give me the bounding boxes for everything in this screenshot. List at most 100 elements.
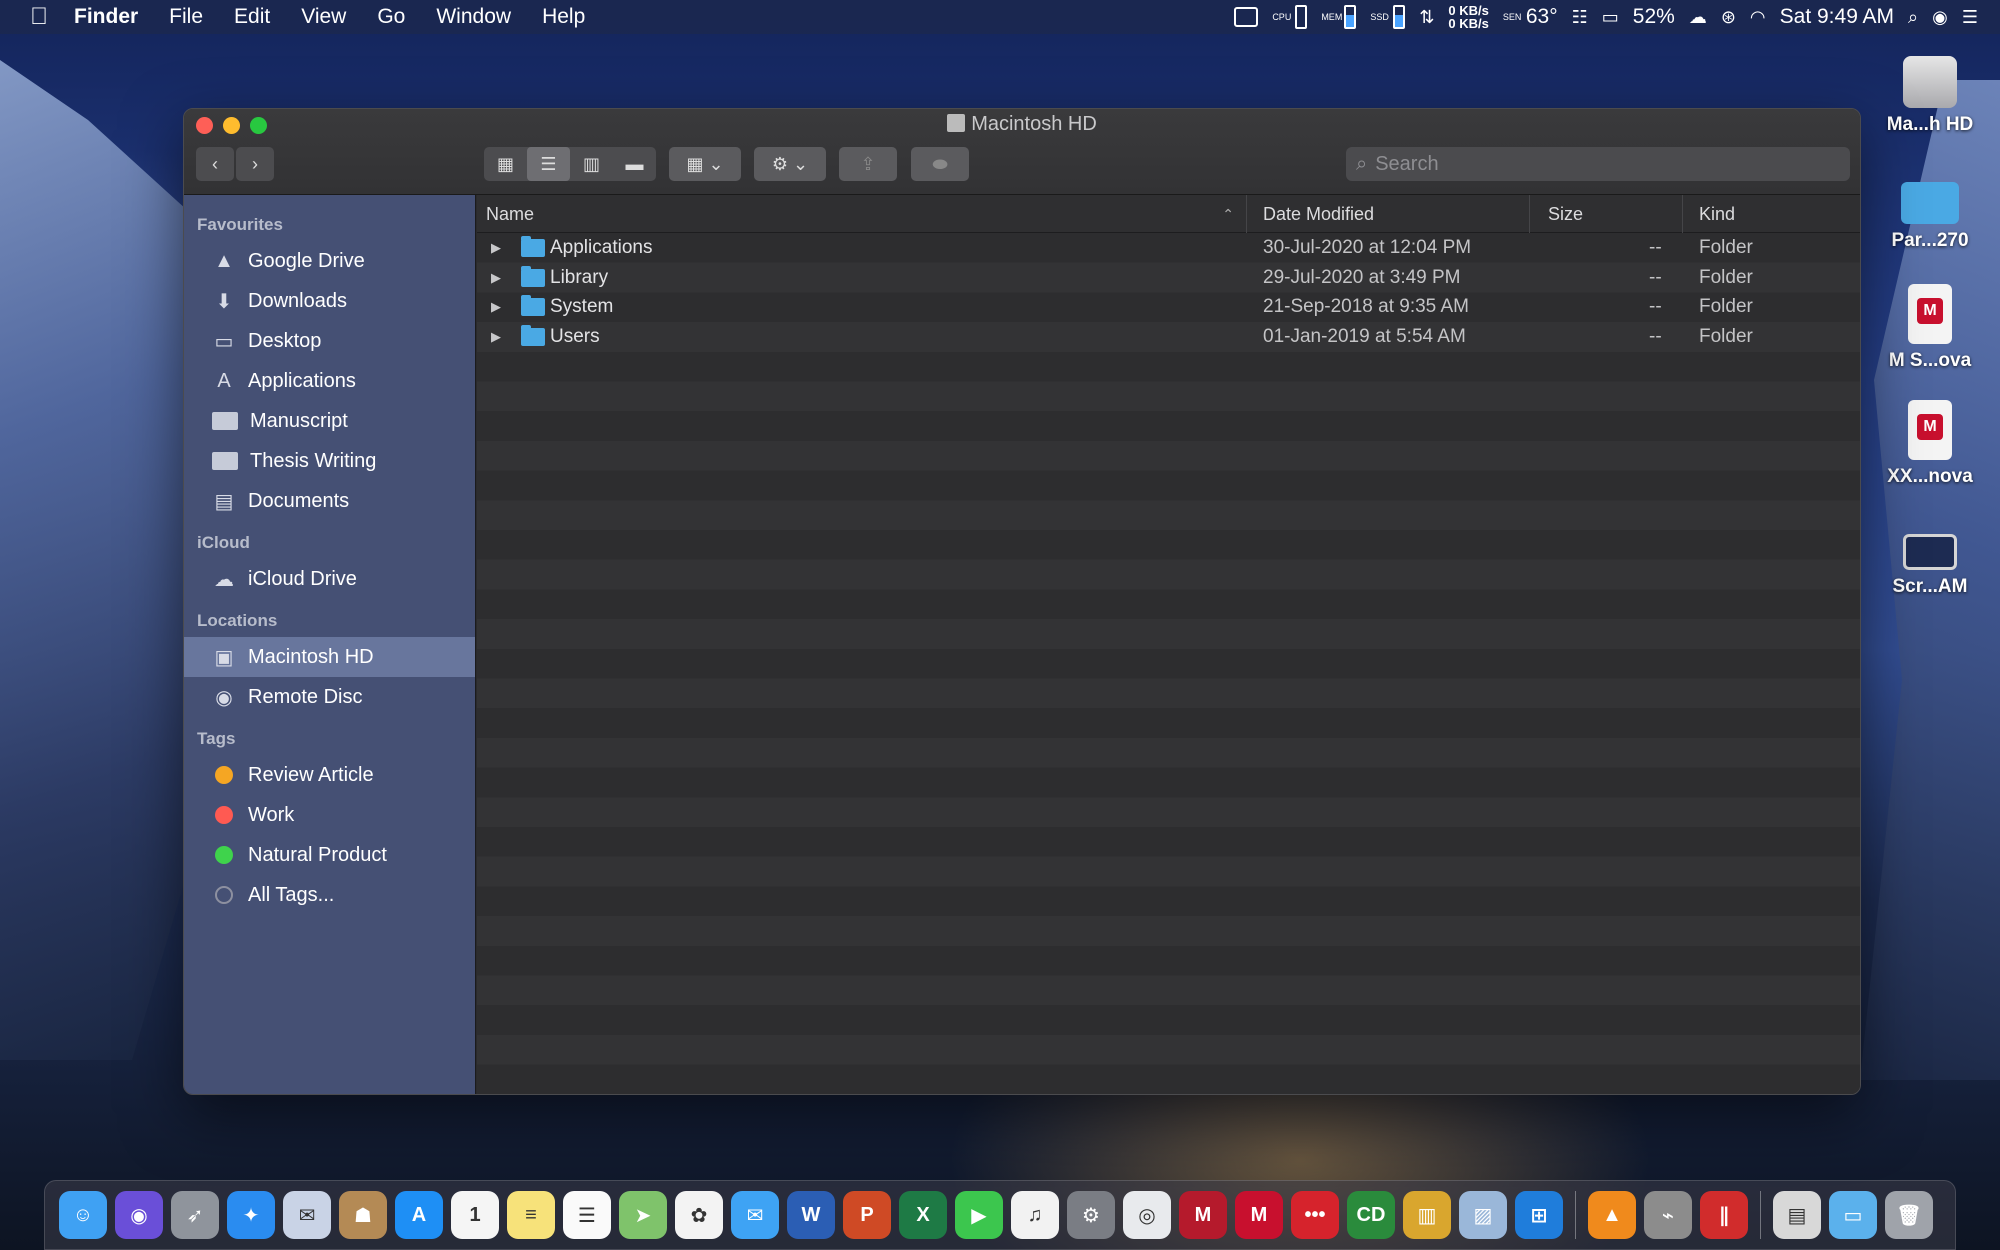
documents-stack-icon[interactable]: ▤ — [1773, 1191, 1821, 1239]
column-kind-header[interactable]: Kind — [1683, 195, 1860, 233]
desktop-item[interactable]: M S...ova — [1870, 280, 1990, 396]
maps-icon[interactable]: ➤ — [619, 1191, 667, 1239]
column-size-header[interactable]: Size — [1530, 195, 1683, 233]
mendeley-icon[interactable]: M — [1235, 1191, 1283, 1239]
excel-icon[interactable]: X — [899, 1191, 947, 1239]
sidebar-item-natural-product[interactable]: Natural Product — [184, 835, 475, 875]
table-row[interactable]: ▶ Users 01-Jan-2019 at 5:54 AM -- Folder — [477, 322, 1860, 352]
sidebar-item-applications[interactable]: A Applications — [184, 361, 475, 401]
desktop-item[interactable]: Par...270 — [1870, 164, 1990, 280]
battery-percent[interactable]: 52% — [1633, 5, 1675, 29]
menu-view[interactable]: View — [301, 5, 346, 29]
menu-edit[interactable]: Edit — [234, 5, 270, 29]
menu-finder[interactable]: Finder — [74, 5, 138, 29]
sidebar-item-work[interactable]: Work — [184, 795, 475, 835]
group-by-button[interactable]: ▦ ⌄ — [669, 147, 741, 181]
menu-window[interactable]: Window — [436, 5, 511, 29]
list-view-button[interactable]: ☰ — [527, 147, 570, 181]
desktop-item[interactable]: Scr...AM — [1870, 512, 1990, 628]
notification-center-icon[interactable]: ☰ — [1962, 7, 1978, 28]
vpn-icon[interactable]: ⊛ — [1721, 7, 1736, 28]
system-preferences-icon[interactable]: ⚙ — [1067, 1191, 1115, 1239]
disclosure-triangle-icon[interactable]: ▶ — [491, 299, 501, 315]
disclosure-triangle-icon[interactable]: ▶ — [491, 329, 501, 345]
siri-menu-icon[interactable]: ◉ — [1932, 7, 1948, 28]
cloud-upload-icon[interactable]: ☁ — [1689, 7, 1707, 28]
battery-icon[interactable]: ▭ — [1602, 7, 1619, 28]
sidebar-item-all-tags[interactable]: All Tags... — [184, 875, 475, 915]
facetime-icon[interactable]: ▶ — [955, 1191, 1003, 1239]
back-button[interactable]: ‹ — [196, 147, 234, 181]
sidebar-item-desktop[interactable]: ▭ Desktop — [184, 321, 475, 361]
column-name-header[interactable]: Name ⌃ — [477, 195, 1247, 233]
photos-icon[interactable]: ✿ — [675, 1191, 723, 1239]
desktop-item[interactable]: XX...nova — [1870, 396, 1990, 512]
messages-icon[interactable]: ✉ — [731, 1191, 779, 1239]
edit-tags-button[interactable]: ⬬ — [911, 147, 969, 181]
desktop-item[interactable]: Ma...h HD — [1870, 48, 1990, 164]
clock[interactable]: Sat 9:49 AM — [1780, 5, 1894, 29]
column-date-header[interactable]: Date Modified — [1247, 195, 1530, 233]
preview-icon[interactable]: ▨ — [1459, 1191, 1507, 1239]
windows-icon[interactable]: ⊞ — [1515, 1191, 1563, 1239]
calendar-icon[interactable]: 1 — [451, 1191, 499, 1239]
parallels-icon[interactable]: ∥ — [1700, 1191, 1748, 1239]
notes-icon[interactable]: ≡ — [507, 1191, 555, 1239]
disclosure-triangle-icon[interactable]: ▶ — [491, 270, 501, 286]
memory-meter[interactable] — [1344, 5, 1357, 29]
column-view-button[interactable]: ▥ — [570, 147, 613, 181]
menu-go[interactable]: Go — [377, 5, 405, 29]
mendeley-desktop-icon[interactable]: M — [1179, 1191, 1227, 1239]
powerpoint-icon[interactable]: P — [843, 1191, 891, 1239]
downloads-stack-icon[interactable]: ▭ — [1829, 1191, 1877, 1239]
forward-button[interactable]: › — [236, 147, 274, 181]
share-button[interactable]: ⇪ — [839, 147, 897, 181]
disk-meter[interactable] — [1393, 5, 1406, 29]
disclosure-triangle-icon[interactable]: ▶ — [491, 240, 501, 256]
launchpad-icon[interactable]: ➶ — [171, 1191, 219, 1239]
cd-app-icon[interactable]: CD — [1347, 1191, 1395, 1239]
sidebar-item-review-article[interactable]: Review Article — [184, 755, 475, 795]
mail-icon[interactable]: ✉ — [283, 1191, 331, 1239]
action-menu-button[interactable]: ⚙ ⌄ — [754, 147, 826, 181]
dots-app-icon[interactable]: ••• — [1291, 1191, 1339, 1239]
directory-utility-icon[interactable]: ⌁ — [1644, 1191, 1692, 1239]
sidebar-item-downloads[interactable]: ⬇ Downloads — [184, 281, 475, 321]
apple-menu-icon[interactable]:  — [30, 3, 48, 31]
search-field[interactable]: ⌕ Search — [1346, 147, 1850, 181]
sidebar-item-icloud-drive[interactable]: ☁ iCloud Drive — [184, 559, 475, 599]
contacts-icon[interactable]: ☗ — [339, 1191, 387, 1239]
menu-help[interactable]: Help — [542, 5, 585, 29]
table-row[interactable]: ▶ System 21-Sep-2018 at 9:35 AM -- Folder — [477, 292, 1860, 322]
icon-view-button[interactable]: ▦ — [484, 147, 527, 181]
sidebar-item-google-drive[interactable]: ▲ Google Drive — [184, 241, 475, 281]
sidebar-item-remote-disc[interactable]: ◉ Remote Disc — [184, 677, 475, 717]
spotlight-search-icon[interactable]: ⌕ — [1908, 7, 1918, 28]
network-speed[interactable]: 0 KB/s 0 KB/s — [1448, 4, 1488, 30]
archive-utility-icon[interactable]: ▥ — [1403, 1191, 1451, 1239]
trash-icon[interactable]: 🗑 — [1885, 1191, 1933, 1239]
menu-file[interactable]: File — [169, 5, 203, 29]
sidebar-item-documents[interactable]: ▤ Documents — [184, 481, 475, 521]
chrome-icon[interactable]: ◎ — [1123, 1191, 1171, 1239]
istat-menus-icon[interactable] — [1234, 7, 1259, 27]
safari-icon[interactable]: ✦ — [227, 1191, 275, 1239]
gallery-view-button[interactable]: ▬ — [613, 147, 656, 181]
vlc-icon[interactable]: ▲ — [1588, 1191, 1636, 1239]
sidebar-item-manuscript[interactable]: Manuscript — [184, 401, 475, 441]
table-row[interactable]: ▶ Applications 30-Jul-2020 at 12:04 PM -- Fo… — [477, 233, 1860, 263]
wifi-icon[interactable]: ◠ — [1750, 7, 1766, 28]
desktop-item-label: M S...ova — [1888, 350, 1972, 371]
itunes-icon[interactable]: ♫ — [1011, 1191, 1059, 1239]
reminders-icon[interactable]: ☰ — [563, 1191, 611, 1239]
cpu-meter[interactable] — [1295, 5, 1308, 29]
word-icon[interactable]: W — [787, 1191, 835, 1239]
table-row[interactable]: ▶ Library 29-Jul-2020 at 3:49 PM -- Folder — [477, 263, 1860, 293]
sidebar-item-thesis-writing[interactable]: Thesis Writing — [184, 441, 475, 481]
battery-widget-icon[interactable]: ☷ — [1572, 7, 1588, 28]
finder-icon[interactable]: ☺ — [59, 1191, 107, 1239]
sidebar-item-macintosh-hd[interactable]: ▣ Macintosh HD — [184, 637, 475, 677]
temperature-readout[interactable]: 63° — [1526, 5, 1558, 29]
app-store-icon[interactable]: A — [395, 1191, 443, 1239]
siri-icon[interactable]: ◉ — [115, 1191, 163, 1239]
